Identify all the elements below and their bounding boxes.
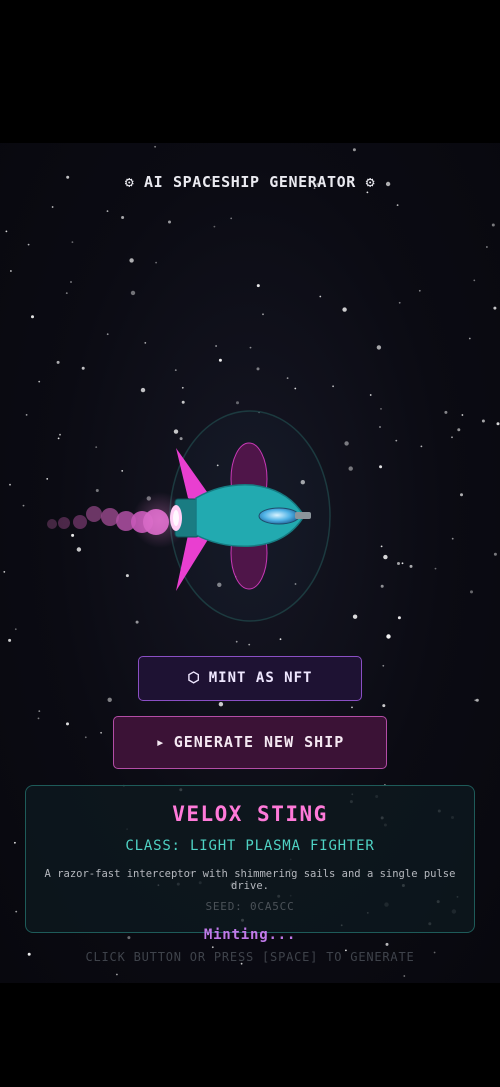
star (376, 345, 382, 350)
star (215, 345, 218, 347)
cockpit (258, 507, 300, 525)
star (15, 910, 18, 913)
star (418, 289, 421, 292)
star (473, 279, 476, 282)
play-icon: ▸ (155, 733, 166, 751)
star (256, 284, 260, 288)
star (84, 736, 87, 739)
star (121, 216, 125, 219)
title-text: AI SPACESHIP GENERATOR (144, 173, 356, 191)
star (37, 717, 40, 720)
star (129, 258, 134, 263)
star (38, 710, 41, 712)
mint-label: MINT AS NFT (208, 670, 313, 686)
star (491, 223, 495, 227)
hexagon-icon: ⬡ (187, 670, 201, 686)
ship-name: VELOX STING (172, 802, 328, 826)
generate-ship-button[interactable]: ▸ GENERATE NEW SHIP (113, 716, 387, 769)
star (116, 973, 118, 976)
gear-icon: ⚙ (365, 173, 376, 191)
star (382, 704, 386, 708)
star (403, 975, 406, 977)
star (319, 295, 322, 298)
star (468, 337, 471, 340)
star (70, 281, 72, 283)
star (71, 241, 74, 243)
ship-description: A razor-fast interceptor with shimmering… (44, 868, 456, 892)
minting-status: Minting... (203, 927, 297, 943)
star (14, 841, 16, 844)
star (155, 261, 158, 264)
star (342, 307, 347, 312)
generate-label: GENERATE NEW SHIP (173, 733, 345, 751)
star (65, 292, 68, 294)
star (106, 333, 109, 336)
star (100, 731, 102, 734)
star (27, 243, 30, 246)
spaceship (47, 410, 331, 622)
star (262, 313, 264, 316)
star (230, 217, 233, 220)
star (493, 306, 497, 310)
ship-seed: SEED: 0CA5CC (205, 900, 295, 913)
star (5, 230, 8, 233)
nose-cannon (295, 512, 311, 519)
star (398, 301, 401, 304)
star (286, 377, 289, 379)
star (213, 225, 216, 228)
star (382, 664, 385, 667)
star (10, 270, 12, 272)
star (396, 204, 399, 206)
star (130, 290, 136, 296)
star (256, 367, 260, 371)
star (174, 369, 177, 371)
ship-info-panel: VELOX STING CLASS: LIGHT PLASMA FIGHTER … (25, 785, 475, 933)
star (81, 366, 85, 370)
ship-class: CLASS: LIGHT PLASMA FIGHTER (125, 838, 375, 854)
star (168, 220, 171, 224)
mint-nft-button[interactable]: ⬡ MINT AS NFT (138, 656, 362, 701)
generate-hint: CLICK BUTTON OR PRESS [SPACE] TO GENERAT… (85, 950, 415, 964)
star (51, 206, 54, 208)
star (352, 148, 356, 152)
star (31, 315, 34, 319)
star (218, 358, 222, 362)
star (385, 942, 389, 946)
star (475, 698, 479, 702)
star (351, 706, 353, 709)
star (66, 722, 69, 726)
game-canvas[interactable]: ⚙ AI SPACESHIP GENERATOR ⚙ ⬡ MINT AS NFT… (0, 143, 500, 983)
exhaust-trail (47, 492, 188, 548)
gear-icon: ⚙ (124, 173, 135, 191)
star (154, 145, 157, 148)
star (486, 246, 488, 248)
star (218, 702, 224, 707)
star (474, 699, 477, 702)
star (56, 360, 60, 364)
star (249, 346, 252, 349)
star (107, 697, 112, 702)
star (366, 191, 369, 194)
star (144, 342, 147, 344)
page-title: ⚙ AI SPACESHIP GENERATOR ⚙ (0, 173, 500, 191)
star (106, 210, 109, 212)
star (248, 643, 251, 646)
star (211, 946, 214, 949)
